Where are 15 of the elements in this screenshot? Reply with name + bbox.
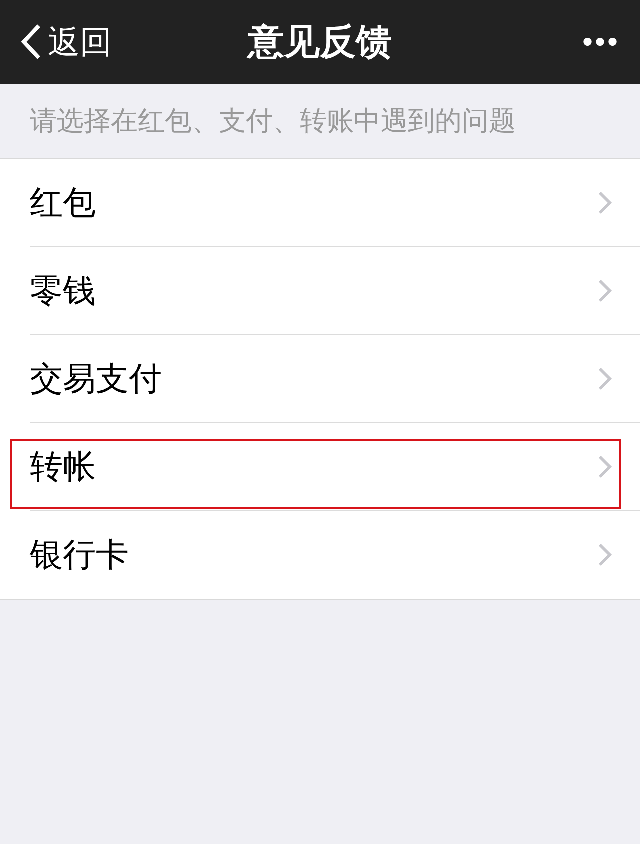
page-title: 意见反馈 [248, 20, 392, 64]
hint-text: 请选择在红包、支付、转账中遇到的问题 [30, 104, 516, 138]
back-button[interactable]: 返回 [20, 18, 112, 66]
list-item[interactable]: 交易支付 [30, 335, 640, 423]
list-item[interactable]: 转帐 [30, 423, 640, 511]
list-item[interactable]: 红包 [30, 159, 640, 247]
chevron-icon [598, 190, 612, 214]
chevron-icon [598, 454, 612, 478]
chevron-icon [598, 543, 612, 567]
list-item[interactable]: 银行卡 [30, 511, 640, 599]
list-item[interactable]: 零钱 [30, 247, 640, 335]
back-icon [20, 23, 42, 61]
more-button[interactable]: ••• [582, 20, 620, 64]
chevron-icon [598, 278, 612, 302]
chevron-icon [598, 366, 612, 390]
